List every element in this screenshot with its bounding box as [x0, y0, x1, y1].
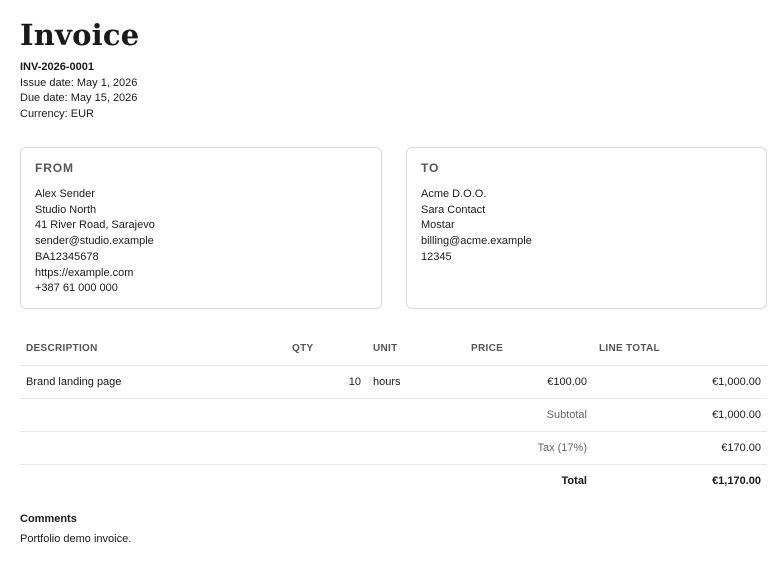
invoice-meta: INV-2026-0001 Issue date: May 1, 2026 Du… — [20, 60, 137, 122]
item-qty: 10 — [286, 365, 367, 399]
from-details: Alex Sender Studio North 41 River Road, … — [35, 187, 367, 297]
to-postal-code: 12345 — [421, 250, 452, 263]
item-line-total: €1,000.00 — [593, 365, 767, 399]
from-phone: +387 61 000 000 — [35, 282, 118, 295]
from-heading: FROM — [35, 161, 74, 175]
to-email: billing@acme.example — [421, 235, 532, 248]
table-row: Brand landing page 10 hours €100.00 €1,0… — [20, 365, 767, 399]
to-company: Acme D.O.O. — [421, 188, 487, 200]
column-header-unit: UNIT — [367, 332, 465, 366]
to-city: Mostar — [421, 219, 455, 232]
comments-heading: Comments — [20, 513, 77, 525]
item-description: Brand landing page — [20, 365, 286, 399]
subtotal-row: Subtotal €1,000.00 — [20, 398, 767, 432]
total-row: Total €1,170.00 — [20, 464, 767, 497]
table-header-row: DESCRIPTION QTY UNIT PRICE LINE TOTAL — [20, 332, 767, 366]
column-header-qty: QTY — [286, 332, 367, 366]
due-date: Due date: May 15, 2026 — [20, 92, 138, 105]
total-value: €1,170.00 — [712, 474, 761, 487]
from-name: Alex Sender — [35, 188, 95, 200]
issue-date: Issue date: May 1, 2026 — [20, 76, 138, 89]
tax-label: Tax (17%) — [20, 431, 593, 465]
tax-row: Tax (17%) €170.00 — [20, 431, 767, 465]
column-header-price: PRICE — [465, 332, 593, 366]
to-details: Acme D.O.O. Sara Contact Mostar billing@… — [421, 187, 752, 266]
invoice-number: INV-2026-0001 — [20, 61, 94, 73]
from-card: FROM Alex Sender Studio North 41 River R… — [20, 147, 382, 309]
item-price: €100.00 — [465, 365, 593, 399]
comments-section: Comments Portfolio demo invoice. — [20, 513, 131, 545]
from-company: Studio North — [35, 203, 97, 216]
line-items-table: DESCRIPTION QTY UNIT PRICE LINE TOTAL Br… — [20, 332, 767, 497]
from-email: sender@studio.example — [35, 235, 154, 248]
invoice-title: Invoice — [20, 18, 140, 52]
from-address: 41 River Road, Sarajevo — [35, 219, 155, 232]
column-header-line-total: LINE TOTAL — [593, 332, 767, 366]
item-unit: hours — [367, 365, 465, 399]
subtotal-value: €1,000.00 — [593, 398, 767, 432]
currency: Currency: EUR — [20, 107, 94, 120]
to-card: TO Acme D.O.O. Sara Contact Mostar billi… — [406, 147, 767, 309]
tax-value: €170.00 — [593, 431, 767, 465]
from-website: https://example.com — [35, 266, 134, 279]
subtotal-label: Subtotal — [20, 398, 593, 432]
column-header-description: DESCRIPTION — [20, 332, 286, 366]
to-heading: TO — [421, 161, 440, 175]
comments-text: Portfolio demo invoice. — [20, 533, 132, 545]
total-label: Total — [561, 474, 587, 487]
from-tax-id: BA12345678 — [35, 250, 99, 263]
to-contact: Sara Contact — [421, 203, 486, 216]
